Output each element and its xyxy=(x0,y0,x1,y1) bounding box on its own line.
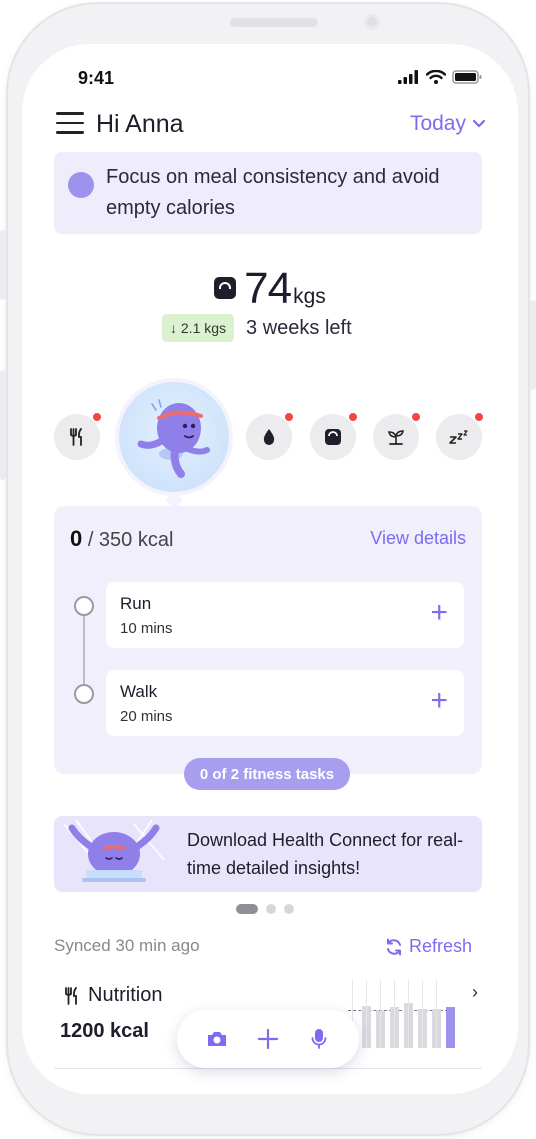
microphone-icon xyxy=(311,1029,327,1049)
date-filter-label: Today xyxy=(409,112,466,135)
nutrition-kcal: 1200 kcal xyxy=(60,1020,149,1042)
tracker-row xyxy=(22,376,518,509)
wifi-icon xyxy=(426,70,446,84)
tip-indicator xyxy=(68,172,94,198)
fitness-card: 0 / 350 kcal View details Run 10 mins + … xyxy=(54,506,482,774)
add-task-button[interactable]: + xyxy=(430,684,448,718)
voice-button[interactable] xyxy=(303,1023,335,1055)
chart-gridline xyxy=(366,980,367,1048)
front-camera xyxy=(364,14,380,30)
signal-icon xyxy=(398,70,418,84)
water-tracker-button[interactable] xyxy=(246,412,294,460)
chart-gridline xyxy=(408,980,409,1048)
water-drop-icon xyxy=(263,429,275,445)
task-timeline xyxy=(83,606,85,694)
pager-dot[interactable] xyxy=(284,904,294,914)
plus-icon xyxy=(257,1028,279,1050)
avatar-run-character[interactable] xyxy=(119,382,229,492)
notification-dot xyxy=(474,412,484,422)
weight-delta: 2.1 kgs xyxy=(180,320,227,336)
task-name: Walk xyxy=(120,682,158,701)
chart-gridline xyxy=(394,980,395,1048)
menu-line xyxy=(56,131,84,134)
fork-knife-icon xyxy=(70,428,82,446)
task-duration: 20 mins xyxy=(120,708,173,725)
task-card-run[interactable]: Run 10 mins + xyxy=(106,582,464,648)
nutrition-title: Nutrition xyxy=(64,984,162,1007)
calorie-progress: 0 / 350 kcal xyxy=(70,526,173,552)
weight-value: 74 xyxy=(244,264,292,313)
app-screen: 9:41 Hi Anna Today Focus on meal consist… xyxy=(22,44,518,1094)
speaker-grille xyxy=(230,18,318,27)
add-button[interactable] xyxy=(252,1023,284,1055)
promo-illustration xyxy=(63,819,165,882)
menu-line xyxy=(56,121,84,125)
notification-dot xyxy=(92,412,102,422)
weight-delta-badge: ↓ 2.1 kgs xyxy=(162,314,235,342)
health-connect-promo[interactable]: Download Health Connect for real-time de… xyxy=(54,816,482,892)
side-button-left xyxy=(0,230,6,300)
sleep-icon xyxy=(449,430,468,444)
habit-tracker-button[interactable] xyxy=(373,412,421,460)
refresh-label: Refresh xyxy=(408,936,472,956)
task-name: Run xyxy=(120,594,152,613)
side-button-right xyxy=(530,300,536,390)
menu-button[interactable] xyxy=(56,112,84,134)
pager-dot[interactable] xyxy=(266,904,276,914)
task-checkbox[interactable] xyxy=(74,596,94,616)
arrow-down-icon: ↓ xyxy=(170,320,177,336)
side-button-left-2 xyxy=(0,370,6,480)
scale-icon xyxy=(325,429,341,445)
view-details-link[interactable]: View details xyxy=(370,528,466,549)
run-character-illustration xyxy=(137,399,210,478)
chart-gridline xyxy=(422,980,423,1048)
status-time: 9:41 xyxy=(78,68,115,88)
weight-tracker-button[interactable] xyxy=(310,412,358,460)
notification-dot xyxy=(411,412,421,422)
chevron-down-icon xyxy=(472,119,486,128)
chart-gridline xyxy=(436,980,437,1048)
nutrition-tracker-button[interactable] xyxy=(54,412,102,460)
task-checkbox[interactable] xyxy=(74,684,94,704)
weight-summary: 74 kgs xyxy=(22,264,518,314)
fork-knife-icon xyxy=(65,986,77,1005)
chevron-right-icon[interactable]: › xyxy=(472,982,478,1003)
nutrition-label: Nutrition xyxy=(88,984,163,1006)
date-filter-dropdown[interactable]: Today xyxy=(410,112,486,136)
calorie-goal: / 350 kcal xyxy=(87,529,174,551)
camera-button[interactable] xyxy=(201,1023,233,1055)
add-task-button[interactable]: + xyxy=(430,596,448,630)
tip-text: Focus on meal consistency and avoid empt… xyxy=(106,166,440,219)
plant-icon xyxy=(388,430,404,445)
task-duration: 10 mins xyxy=(120,620,173,637)
quick-action-bar xyxy=(177,1010,359,1068)
sync-status: Synced 30 min ago xyxy=(54,936,200,955)
camera-icon xyxy=(207,1032,226,1046)
scale-icon xyxy=(214,277,237,299)
weight-progress: ↓ 2.1 kgs 3 weeks left xyxy=(162,314,352,342)
nutrition-bar xyxy=(446,1007,455,1048)
task-card-walk[interactable]: Walk 20 mins + xyxy=(106,670,464,736)
refresh-button[interactable]: Refresh xyxy=(385,936,472,957)
menu-line xyxy=(56,112,84,115)
carousel-pager xyxy=(236,904,294,914)
weight-unit: kgs xyxy=(293,285,326,308)
pager-dot[interactable] xyxy=(236,904,258,914)
tip-card[interactable]: Focus on meal consistency and avoid empt… xyxy=(54,152,482,234)
header: Hi Anna Today xyxy=(56,106,486,144)
calories-burned: 0 xyxy=(70,526,83,551)
sleep-tracker-button[interactable] xyxy=(436,412,484,460)
weeks-remaining: 3 weeks left xyxy=(246,316,352,339)
notification-dot xyxy=(348,412,358,422)
status-icons xyxy=(398,70,482,84)
divider xyxy=(54,1068,482,1069)
fitness-tasks-pill: 0 of 2 fitness tasks xyxy=(184,758,350,790)
notification-dot xyxy=(284,412,294,422)
greeting: Hi Anna xyxy=(96,110,184,138)
promo-text: Download Health Connect for real-time de… xyxy=(187,830,464,878)
chart-gridline xyxy=(380,980,381,1048)
battery-icon xyxy=(452,70,482,84)
nutrition-mini-chart xyxy=(348,980,458,1048)
refresh-icon xyxy=(386,938,401,955)
